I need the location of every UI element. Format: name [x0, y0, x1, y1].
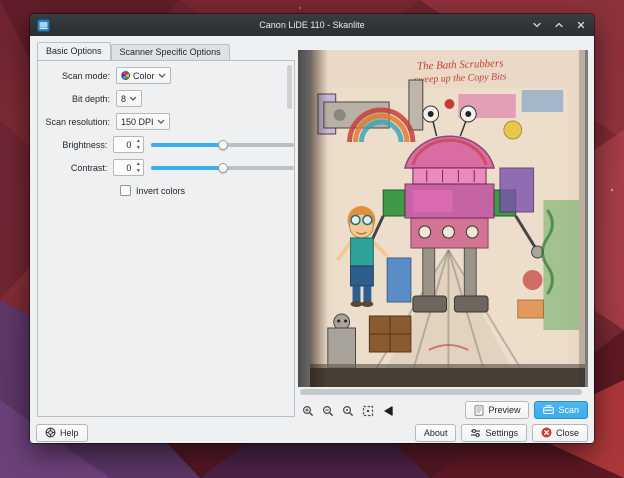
bottom-button-bar: Help About Settings — [36, 423, 588, 442]
slider-fill — [151, 143, 222, 147]
bit-depth-label: Bit depth: — [38, 94, 110, 104]
tab-scanner-specific-options[interactable]: Scanner Specific Options — [111, 44, 230, 60]
bottom-right-buttons: About Settings — [415, 424, 588, 442]
scan-resolution-value: 150 DPI — [121, 117, 154, 127]
about-button[interactable]: About — [415, 424, 457, 442]
spin-up-icon[interactable]: ▲ — [136, 138, 141, 145]
preview-toolbar — [301, 403, 394, 419]
window-controls — [531, 19, 587, 31]
chevron-down-icon — [532, 20, 542, 30]
spin-arrows: ▲ ▼ — [133, 161, 143, 175]
scan-button[interactable]: Scan — [534, 401, 588, 419]
skanlite-app-icon — [37, 19, 50, 32]
invert-colors-label: Invert colors — [136, 186, 185, 196]
brightness-value: 0 — [114, 140, 133, 150]
scan-resolution-row: Scan resolution: 150 DPI — [38, 113, 294, 130]
preview-button-label: Preview — [488, 405, 520, 415]
settings-button-label: Settings — [485, 428, 518, 438]
zoom-original-icon[interactable] — [341, 405, 354, 418]
scanner-icon — [543, 405, 554, 415]
chevron-down-icon — [158, 73, 166, 78]
contrast-slider-handle[interactable] — [218, 163, 228, 173]
scan-preview-area[interactable]: The Bath Scrubbers sweep up the Copy Bit… — [298, 50, 588, 387]
spin-down-icon[interactable]: ▼ — [136, 145, 141, 152]
close-button-label: Close — [556, 428, 579, 438]
settings-button[interactable]: Settings — [461, 424, 527, 442]
zoom-out-icon[interactable] — [321, 405, 334, 418]
options-form: Scan mode: Color Bit depth: 8 — [38, 61, 294, 199]
tab-bar: Basic Options Scanner Specific Options — [37, 42, 230, 60]
minimize-button[interactable] — [531, 19, 543, 31]
scan-resolution-label: Scan resolution: — [38, 117, 110, 127]
help-icon — [45, 427, 56, 438]
clear-selections-icon[interactable] — [381, 405, 394, 418]
maximize-button[interactable] — [553, 19, 565, 31]
dialog-close-icon — [541, 427, 552, 438]
brightness-label: Brightness: — [38, 140, 107, 150]
slider-fill — [151, 166, 222, 170]
bit-depth-value: 8 — [121, 94, 126, 104]
contrast-slider[interactable] — [151, 160, 294, 176]
about-button-label: About — [424, 428, 448, 438]
help-button-label: Help — [60, 428, 79, 438]
brightness-slider-handle[interactable] — [218, 140, 228, 150]
chevron-down-icon — [129, 96, 137, 101]
preview-horizontal-scrollbar[interactable] — [298, 388, 588, 396]
spin-down-icon[interactable]: ▼ — [136, 168, 141, 175]
color-wheel-icon — [121, 71, 130, 80]
scan-mode-label: Scan mode: — [38, 71, 110, 81]
invert-colors-checkbox[interactable] — [120, 185, 131, 196]
chevron-down-icon — [157, 119, 165, 124]
bit-depth-combobox[interactable]: 8 — [116, 90, 142, 107]
window-close-button[interactable] — [575, 19, 587, 31]
preview-shadow — [298, 50, 310, 387]
basic-options-panel: Scan mode: Color Bit depth: 8 — [37, 60, 295, 417]
options-scrollbar-thumb[interactable] — [287, 65, 292, 109]
scan-resolution-combobox[interactable]: 150 DPI — [116, 113, 170, 130]
preview-button[interactable]: Preview — [465, 401, 529, 419]
scan-button-label: Scan — [558, 405, 579, 415]
spin-up-icon[interactable]: ▲ — [136, 161, 141, 168]
window-title: Canon LiDE 110 - Skanlite — [30, 20, 594, 30]
brightness-slider[interactable] — [151, 137, 294, 153]
preview-horizontal-scrollbar-thumb[interactable] — [300, 389, 582, 395]
configure-icon — [470, 428, 481, 438]
action-buttons: Preview Scan — [465, 401, 588, 419]
desktop: Canon LiDE 110 - Skanlite Basic Options … — [0, 0, 624, 478]
scan-mode-value: Color — [133, 71, 155, 81]
document-preview-icon — [474, 405, 484, 416]
scan-mode-combobox[interactable]: Color — [116, 67, 171, 84]
brightness-spinbox[interactable]: 0 ▲ ▼ — [113, 136, 144, 153]
skanlite-window: Canon LiDE 110 - Skanlite Basic Options … — [30, 14, 594, 443]
zoom-fit-icon[interactable] — [361, 405, 374, 418]
window-content: Basic Options Scanner Specific Options S… — [30, 36, 594, 443]
close-icon — [576, 20, 586, 30]
spin-arrows: ▲ ▼ — [133, 138, 143, 152]
titlebar[interactable]: Canon LiDE 110 - Skanlite — [30, 14, 594, 36]
close-dialog-button[interactable]: Close — [532, 424, 588, 442]
contrast-row: Contrast: 0 ▲ ▼ — [38, 159, 294, 176]
zoom-in-icon[interactable] — [301, 405, 314, 418]
invert-colors-row: Invert colors — [120, 182, 294, 199]
chevron-up-icon — [554, 20, 564, 30]
brightness-row: Brightness: 0 ▲ ▼ — [38, 136, 294, 153]
bit-depth-row: Bit depth: 8 — [38, 90, 294, 107]
contrast-label: Contrast: — [38, 163, 107, 173]
contrast-value: 0 — [114, 163, 133, 173]
help-button[interactable]: Help — [36, 424, 88, 442]
tab-basic-options[interactable]: Basic Options — [37, 42, 111, 60]
contrast-spinbox[interactable]: 0 ▲ ▼ — [113, 159, 144, 176]
scanned-document: The Bath Scrubbers sweep up the Copy Bit… — [310, 50, 585, 387]
scan-mode-row: Scan mode: Color — [38, 67, 294, 84]
